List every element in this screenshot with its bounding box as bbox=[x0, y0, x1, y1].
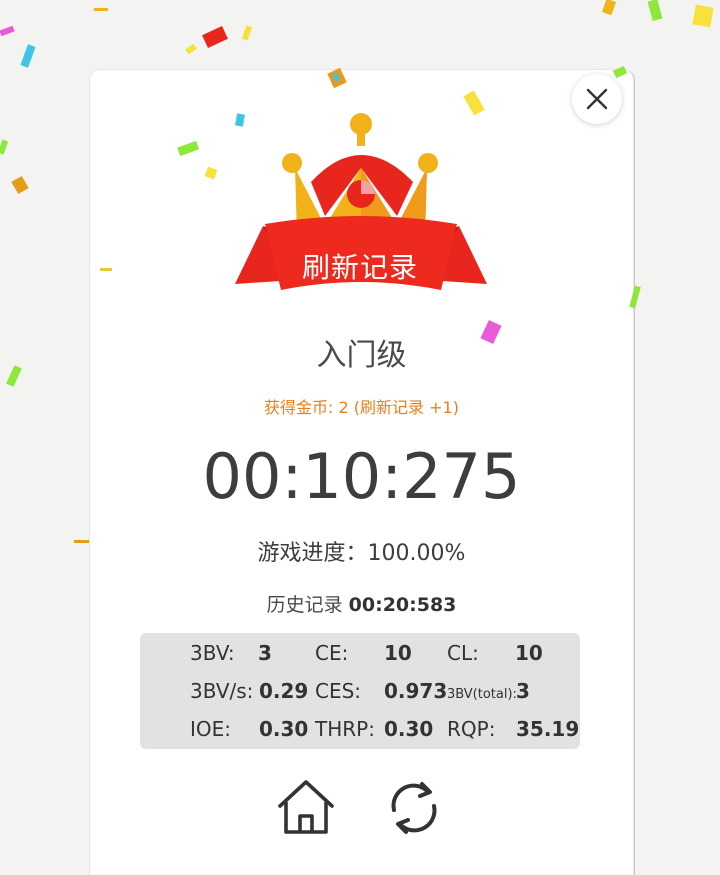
stat-ces-label: CES: bbox=[315, 679, 362, 703]
stat-rqp-label: RQP: bbox=[447, 717, 496, 741]
difficulty-level: 入门级 bbox=[316, 338, 407, 373]
stat-3bv-value: 3 bbox=[258, 641, 272, 665]
home-button[interactable] bbox=[274, 776, 338, 840]
history-record: 历史记录 00:20:583 bbox=[90, 590, 633, 617]
stat-cl-label: CL: bbox=[447, 641, 479, 665]
stat-3bv: 3BV: 3 bbox=[190, 641, 272, 665]
close-button[interactable] bbox=[572, 74, 622, 124]
game-progress-text: 游戏进度：100.00% bbox=[257, 541, 466, 566]
stat-rqp: RQP: 35.19 bbox=[447, 717, 579, 741]
completion-time: 00:10:275 bbox=[202, 440, 521, 513]
refresh-icon bbox=[391, 782, 437, 834]
stat-thrp: THRP: 0.30 bbox=[315, 717, 433, 741]
stat-ce-label: CE: bbox=[315, 641, 349, 665]
stat-ioe-value: 0.30 bbox=[259, 717, 309, 741]
stats-panel: 3BV: 3 CE: 10 CL: 10 3BV/s: 0.29 CES: 0.… bbox=[140, 633, 580, 749]
stat-ioe-label: IOE: bbox=[190, 717, 232, 741]
stat-cl-value: 10 bbox=[515, 641, 543, 665]
game-result-screen: 刷新记录 入门级 获得金币: 2 (刷新记录 +1) 00:10:275 游戏进… bbox=[0, 0, 720, 875]
stat-ces-value: 0.973 bbox=[384, 679, 448, 703]
stat-3bv-total-value: 3 bbox=[516, 679, 530, 703]
stat-thrp-label: THRP: bbox=[315, 717, 375, 741]
stat-3bv-total-label: 3BV(total): bbox=[447, 687, 517, 702]
record-badge-text: 刷新记录 bbox=[301, 251, 418, 284]
stat-ces: CES: 0.973 bbox=[315, 679, 447, 703]
stat-ce: CE: 10 bbox=[315, 641, 412, 665]
history-value: 00:20:583 bbox=[348, 594, 457, 616]
stat-ioe: IOE: 0.30 bbox=[190, 717, 308, 741]
restart-button[interactable] bbox=[382, 776, 446, 840]
stat-3bv-label: 3BV: bbox=[190, 641, 235, 665]
stat-cl: CL: 10 bbox=[447, 641, 543, 665]
stat-3bvs-label: 3BV/s: bbox=[190, 679, 254, 703]
history-label: 历史记录 bbox=[266, 594, 343, 616]
home-icon bbox=[278, 780, 334, 834]
stat-3bvs: 3BV/s: 0.29 bbox=[190, 679, 308, 703]
coins-earned-text: 获得金币: 2 (刷新记录 +1) bbox=[264, 398, 459, 417]
stat-rqp-value: 35.19 bbox=[516, 717, 580, 741]
stat-ce-value: 10 bbox=[384, 641, 412, 665]
stat-3bv-total: 3BV(total): 3 bbox=[447, 679, 530, 703]
close-icon bbox=[586, 88, 608, 110]
stat-3bvs-value: 0.29 bbox=[259, 679, 309, 703]
stat-thrp-value: 0.30 bbox=[384, 717, 434, 741]
